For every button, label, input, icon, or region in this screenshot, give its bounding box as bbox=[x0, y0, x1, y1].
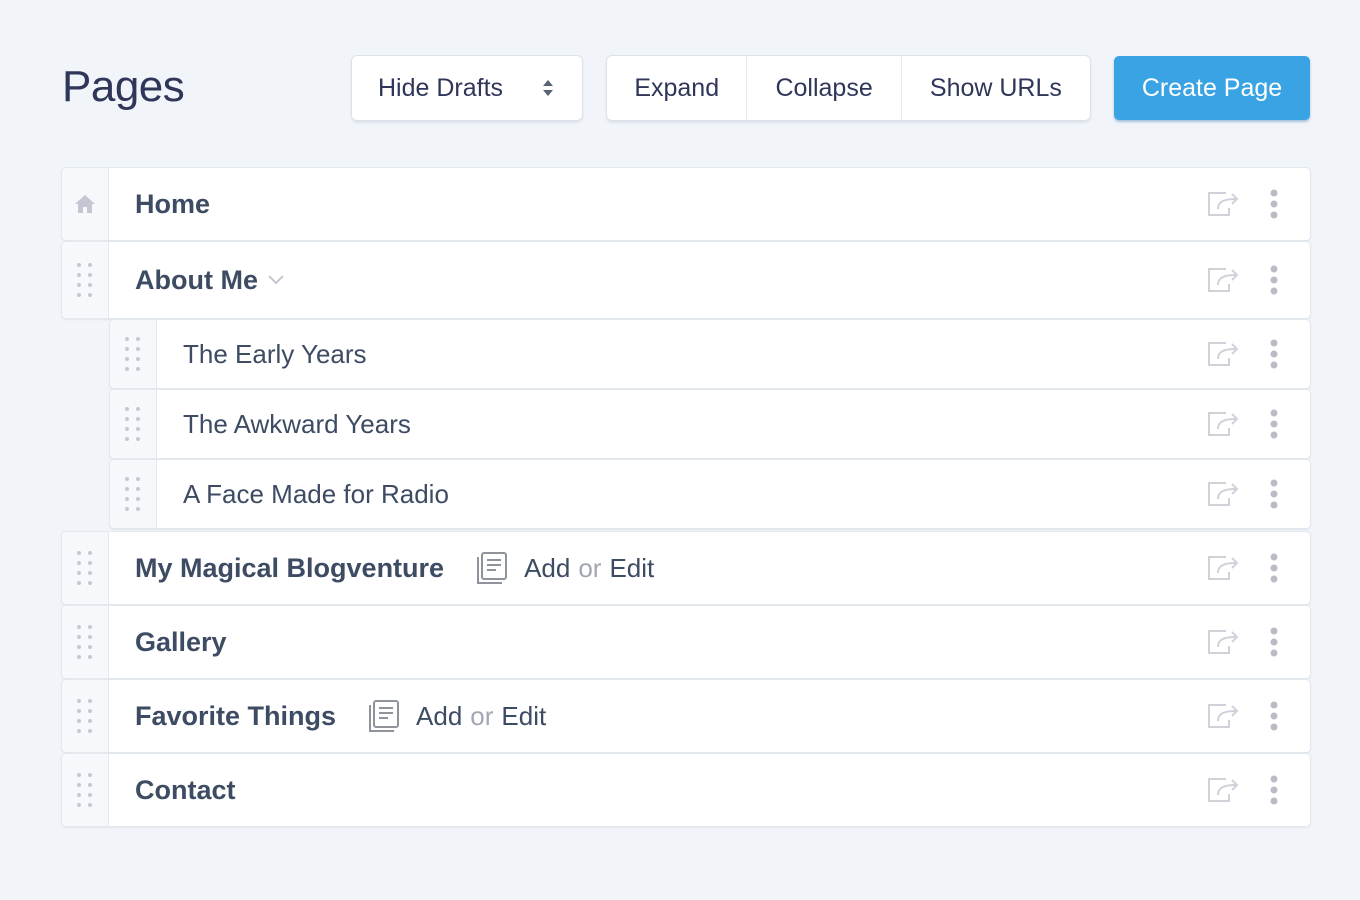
page-row-the-early-years[interactable]: The Early Years bbox=[110, 320, 1310, 388]
drag-handle-icon bbox=[77, 773, 92, 807]
row-handle[interactable] bbox=[62, 168, 109, 240]
page-title-link[interactable]: Home bbox=[135, 189, 210, 220]
more-options-icon[interactable] bbox=[1270, 265, 1278, 295]
page-row-gallery[interactable]: Gallery bbox=[62, 606, 1310, 678]
row-handle[interactable] bbox=[62, 532, 109, 604]
drag-handle-icon bbox=[125, 337, 140, 371]
drag-handle-icon bbox=[77, 551, 92, 585]
page-title-link[interactable]: My Magical Blogventure bbox=[135, 553, 444, 584]
row-actions bbox=[1206, 189, 1278, 219]
row-actions bbox=[1206, 701, 1278, 731]
row-handle[interactable] bbox=[62, 680, 109, 752]
visit-page-icon[interactable] bbox=[1206, 776, 1240, 804]
row-actions bbox=[1206, 339, 1278, 369]
row-actions bbox=[1206, 627, 1278, 657]
drag-handle-icon bbox=[77, 699, 92, 733]
or-label: or bbox=[578, 552, 602, 583]
chevron-down-icon[interactable] bbox=[268, 275, 284, 285]
drafts-select[interactable]: Hide Drafts bbox=[352, 56, 582, 120]
page-row-a-face-made-for-radio[interactable]: A Face Made for Radio bbox=[110, 460, 1310, 528]
row-actions bbox=[1206, 553, 1278, 583]
row-handle[interactable] bbox=[62, 242, 109, 318]
drag-handle-icon bbox=[125, 407, 140, 441]
page-title-link[interactable]: Favorite Things bbox=[135, 701, 336, 732]
add-or-edit-entries[interactable]: Add or Edit bbox=[476, 551, 654, 585]
row-handle[interactable] bbox=[62, 606, 109, 678]
page-title-link[interactable]: Gallery bbox=[135, 627, 227, 658]
sort-arrows-icon bbox=[543, 80, 553, 96]
edit-link[interactable]: Edit bbox=[609, 553, 654, 584]
row-actions bbox=[1206, 265, 1278, 295]
page-title-link[interactable]: The Early Years bbox=[183, 339, 367, 370]
drag-handle-icon bbox=[77, 263, 92, 297]
more-options-icon[interactable] bbox=[1270, 701, 1278, 731]
visit-page-icon[interactable] bbox=[1206, 480, 1240, 508]
or-label: or bbox=[470, 700, 494, 731]
page-row-contact[interactable]: Contact bbox=[62, 754, 1310, 826]
visit-page-icon[interactable] bbox=[1206, 190, 1240, 218]
more-options-icon[interactable] bbox=[1270, 189, 1278, 219]
page-row-home[interactable]: Home bbox=[62, 168, 1310, 240]
visit-page-icon[interactable] bbox=[1206, 554, 1240, 582]
drag-handle-icon bbox=[125, 477, 140, 511]
create-page-button[interactable]: Create Page bbox=[1114, 56, 1310, 120]
more-options-icon[interactable] bbox=[1270, 553, 1278, 583]
row-actions bbox=[1206, 479, 1278, 509]
drafts-select-value: Hide Drafts bbox=[378, 73, 504, 102]
add-link[interactable]: Add bbox=[524, 553, 570, 584]
row-actions bbox=[1206, 409, 1278, 439]
add-or-edit-entries[interactable]: Add or Edit bbox=[368, 699, 546, 733]
page-title-link[interactable]: About Me bbox=[135, 265, 258, 296]
page-title-link[interactable]: Contact bbox=[135, 775, 236, 806]
collapse-button[interactable]: Collapse bbox=[747, 56, 902, 120]
expand-button[interactable]: Expand bbox=[607, 56, 748, 120]
page-row-the-awkward-years[interactable]: The Awkward Years bbox=[110, 390, 1310, 458]
tree-actions-group: Expand Collapse Show URLs bbox=[607, 56, 1090, 120]
visit-page-icon[interactable] bbox=[1206, 410, 1240, 438]
home-icon bbox=[75, 195, 95, 213]
page-title-link[interactable]: The Awkward Years bbox=[183, 409, 411, 440]
page-title: Pages bbox=[62, 62, 185, 111]
more-options-icon[interactable] bbox=[1270, 409, 1278, 439]
page-row-favorite-things[interactable]: Favorite Things Add or Edit bbox=[62, 680, 1310, 752]
visit-page-icon[interactable] bbox=[1206, 628, 1240, 656]
row-handle[interactable] bbox=[62, 754, 109, 826]
row-actions bbox=[1206, 775, 1278, 805]
row-handle[interactable] bbox=[110, 390, 157, 458]
page-row-about-me[interactable]: About Me bbox=[62, 242, 1310, 318]
row-handle[interactable] bbox=[110, 320, 157, 388]
more-options-icon[interactable] bbox=[1270, 775, 1278, 805]
entries-icon bbox=[477, 552, 508, 584]
visit-page-icon[interactable] bbox=[1206, 266, 1240, 294]
visit-page-icon[interactable] bbox=[1206, 702, 1240, 730]
edit-link[interactable]: Edit bbox=[501, 701, 546, 732]
entries-icon bbox=[369, 700, 400, 732]
add-link[interactable]: Add bbox=[416, 701, 462, 732]
visit-page-icon[interactable] bbox=[1206, 340, 1240, 368]
drag-handle-icon bbox=[77, 625, 92, 659]
more-options-icon[interactable] bbox=[1270, 339, 1278, 369]
show-urls-button[interactable]: Show URLs bbox=[902, 56, 1090, 120]
page-title-link[interactable]: A Face Made for Radio bbox=[183, 479, 449, 510]
more-options-icon[interactable] bbox=[1270, 627, 1278, 657]
row-handle[interactable] bbox=[110, 460, 157, 528]
page-row-my-magical-blogventure[interactable]: My Magical Blogventure Add or Edit bbox=[62, 532, 1310, 604]
more-options-icon[interactable] bbox=[1270, 479, 1278, 509]
